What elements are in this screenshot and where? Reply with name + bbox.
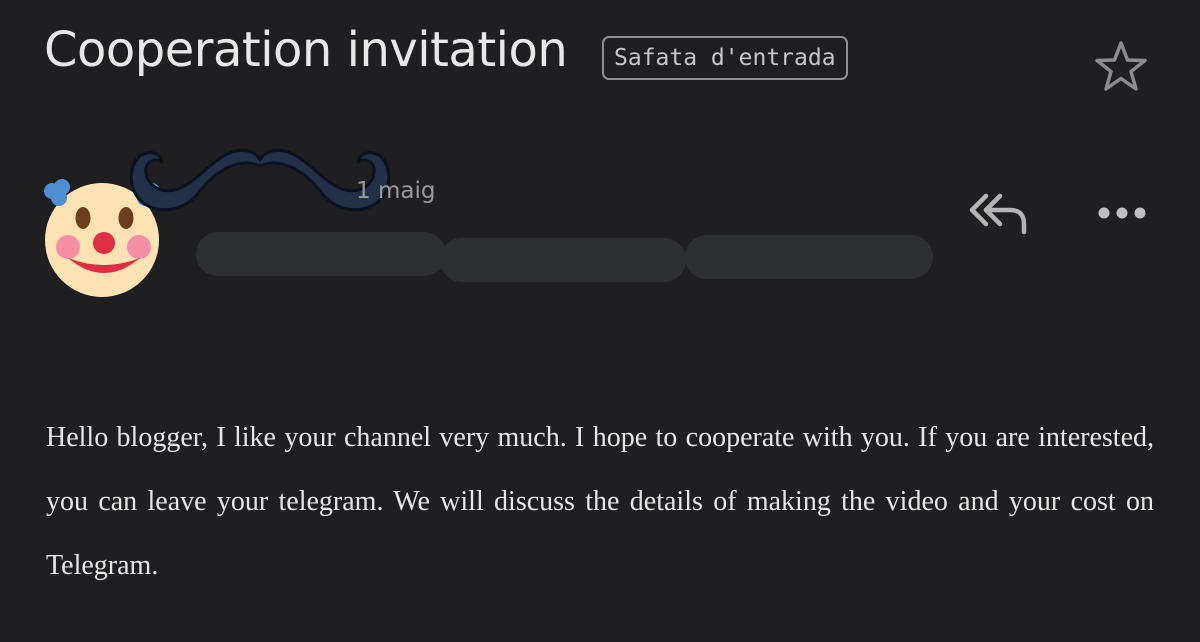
email-subject: Cooperation invitation <box>44 22 568 78</box>
reply-all-icon <box>969 193 1027 235</box>
redacted-recipient-block <box>196 232 446 276</box>
email-body: Hello blogger, I like your channel very … <box>46 422 1154 581</box>
inbox-label-chip[interactable]: Safata d'entrada <box>602 36 848 80</box>
star-icon <box>1095 41 1147 91</box>
more-options-button[interactable] <box>1096 196 1148 230</box>
redacted-recipient-block <box>685 235 933 279</box>
email-view: Cooperation invitation Safata d'entrada <box>0 0 1200 642</box>
redacted-recipient-block <box>440 238 686 282</box>
star-button[interactable] <box>1092 40 1150 96</box>
reply-all-button[interactable] <box>966 188 1030 238</box>
email-date: 1 maig <box>356 178 436 204</box>
more-horizontal-icon <box>1098 207 1146 219</box>
